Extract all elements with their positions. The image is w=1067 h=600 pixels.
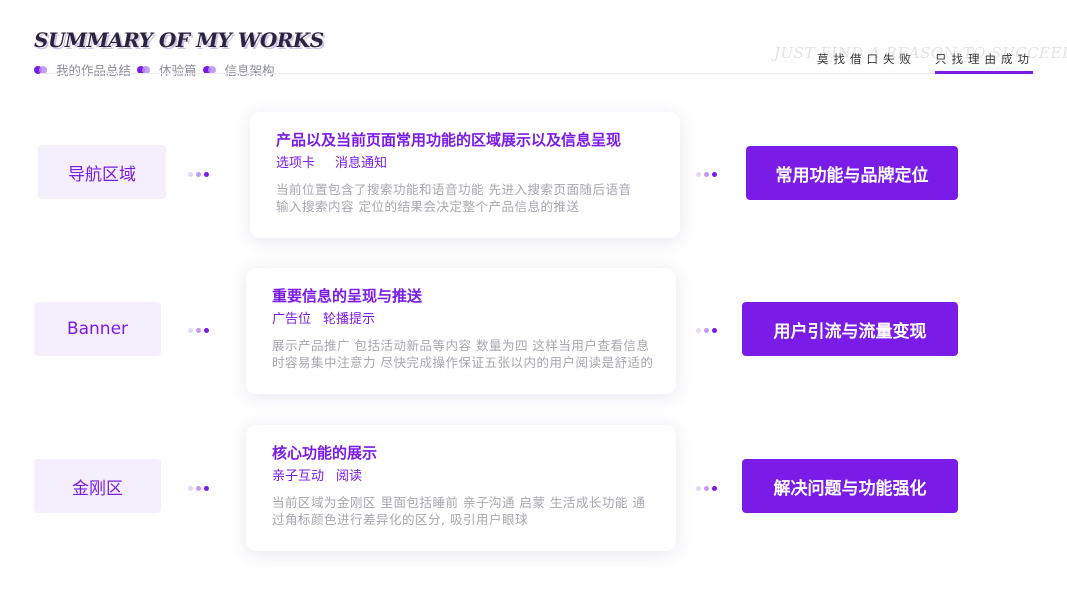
breadcrumb-label: 信息架构: [224, 63, 275, 78]
connector-dots-icon: [188, 484, 209, 492]
tag: 亲子互动: [272, 469, 325, 484]
row-outcome-kingkong: 解决问题与功能强化: [742, 459, 958, 513]
connector-dots-icon: [696, 170, 717, 178]
row-outcome-banner: 用户引流与流量变现: [742, 302, 958, 356]
connector-dots-icon: [696, 484, 717, 492]
breadcrumb-label: 我的作品总结: [56, 63, 132, 78]
card-description: 当前区域为金刚区 里面包括睡前 亲子沟通 启蒙 生活成长功能 通 过角标颜色进行…: [272, 494, 662, 528]
tag: 广告位: [272, 312, 312, 327]
card-tags: 广告位 轮播提示: [272, 311, 676, 329]
slogan-underline: [935, 71, 1033, 74]
header-divider: [40, 73, 1033, 74]
slogan-left: 莫找借口失败: [817, 52, 916, 66]
desc-line: 当前位置包含了搜索功能和语音功能 先进入搜索页面随后语音: [276, 182, 632, 197]
tag: 阅读: [336, 469, 363, 484]
breadcrumb-item: 信息架构: [202, 60, 275, 79]
card-title: 重要信息的呈现与推送: [272, 287, 423, 305]
tag: 轮播提示: [323, 312, 376, 327]
breadcrumb-label: 体验篇: [159, 63, 197, 78]
info-card: 重要信息的呈现与推送 广告位 轮播提示 展示产品推广 包括活动新品等内容 数量为…: [246, 268, 676, 394]
card-title: 核心功能的展示: [272, 444, 378, 462]
connector-dots-icon: [188, 170, 209, 178]
tag: 消息通知: [335, 156, 388, 171]
row-label-banner: Banner: [34, 302, 161, 356]
card-description: 展示产品推广 包括活动新品等内容 数量为四 这样当用户查看信息 时容易集中注意力…: [272, 337, 662, 371]
breadcrumb-item: 我的作品总结: [34, 60, 131, 79]
info-card: 核心功能的展示 亲子互动 阅读 当前区域为金刚区 里面包括睡前 亲子沟通 启蒙 …: [246, 425, 676, 551]
connector-dots-icon: [188, 326, 209, 334]
card-tags: 选项卡 消息通知: [276, 155, 680, 173]
slogan-right: 只找理由成功: [935, 52, 1034, 66]
card-tags: 亲子互动 阅读: [272, 468, 676, 486]
connector-dots-icon: [696, 326, 717, 334]
row-label-nav: 导航区域: [38, 145, 166, 199]
tag: 选项卡: [276, 156, 316, 171]
desc-line: 过角标颜色进行差异化的区分, 吸引用户眼球: [272, 512, 528, 527]
row-label-kingkong: 金刚区: [34, 459, 161, 513]
page-title: SUMMARY OF MY WORKS: [34, 28, 324, 52]
breadcrumb-item: 体验篇: [137, 60, 197, 79]
info-card: 产品以及当前页面常用功能的区域展示以及信息呈现 选项卡 消息通知 当前位置包含了…: [250, 112, 680, 238]
desc-line: 输入搜索内容 定位的结果会决定整个产品信息的推送: [276, 199, 580, 214]
card-title: 产品以及当前页面常用功能的区域展示以及信息呈现: [276, 131, 622, 149]
breadcrumb: 我的作品总结 体验篇 信息架构: [34, 60, 275, 79]
row-outcome-nav: 常用功能与品牌定位: [746, 146, 958, 200]
desc-line: 时容易集中注意力 尽快完成操作保证五张以内的用户阅读是舒适的: [272, 355, 654, 370]
card-description: 当前位置包含了搜索功能和语音功能 先进入搜索页面随后语音 输入搜索内容 定位的结…: [276, 181, 666, 215]
desc-line: 展示产品推广 包括活动新品等内容 数量为四 这样当用户查看信息: [272, 338, 650, 353]
desc-line: 当前区域为金刚区 里面包括睡前 亲子沟通 启蒙 生活成长功能 通: [272, 495, 646, 510]
